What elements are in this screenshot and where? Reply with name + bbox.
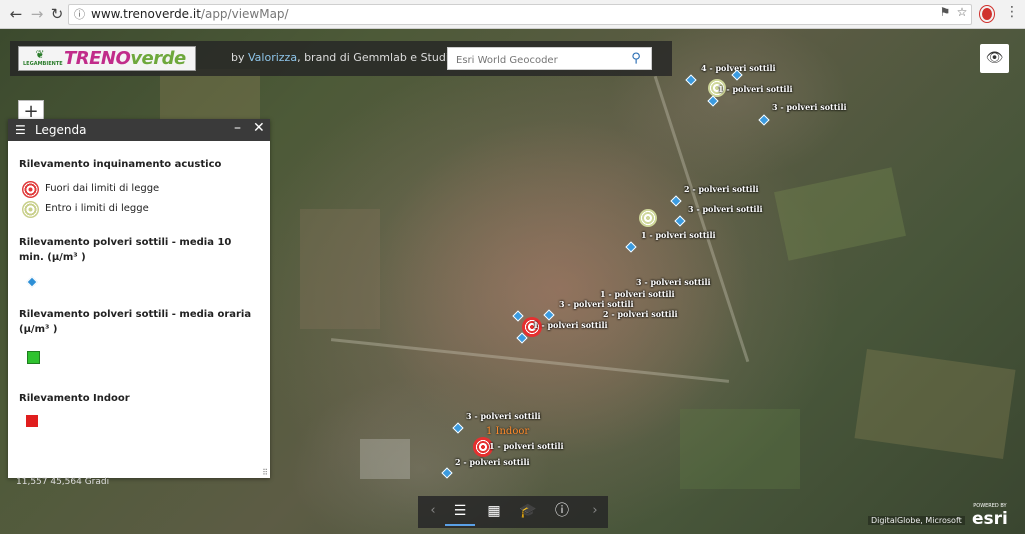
- info-icon: ⓘ: [555, 503, 569, 519]
- toolbar-next-button[interactable]: ›: [580, 496, 610, 526]
- geocoder-input[interactable]: [448, 50, 618, 71]
- logo-title-treno: TRENO: [64, 48, 131, 69]
- byline-prefix: by: [231, 51, 248, 64]
- pm-label: 1 - polveri sottili: [533, 320, 608, 330]
- search-button[interactable]: ⚲: [621, 48, 651, 69]
- pm-label: 3 - polveri sottili: [688, 204, 763, 214]
- resize-handle-icon[interactable]: ⠿: [262, 468, 268, 477]
- legambiente-leaf-icon: ❦: [35, 48, 45, 61]
- reload-button[interactable]: ↻: [47, 4, 67, 24]
- road: [653, 75, 750, 363]
- info-icon: ⓘ: [74, 8, 85, 21]
- pm-label: 1 - polveri sottili: [718, 84, 793, 94]
- map-field: [854, 348, 1016, 460]
- address-bar[interactable]: ⓘ www.trenoverde.it/app/viewMap/: [68, 4, 972, 25]
- logo-title-verde: verde: [130, 48, 186, 69]
- acoustic-within-marker[interactable]: [639, 209, 657, 227]
- list-icon: ☰: [453, 503, 467, 519]
- map-field: [680, 409, 800, 489]
- legend-toggle-button[interactable]: ☰: [445, 496, 475, 526]
- grid-icon: ▦: [487, 503, 501, 519]
- forward-button[interactable]: →: [27, 4, 47, 24]
- valorizza-link[interactable]: Valorizza: [248, 51, 297, 64]
- target-red-icon: [22, 181, 39, 198]
- pm-label: 1 - polveri sottili: [489, 441, 564, 451]
- pm-label: 3 - polveri sottili: [772, 102, 847, 112]
- legambiente-logo: ❦ LEGAMBIENTE: [23, 48, 63, 68]
- legend-item-label: Entro i limiti di legge: [45, 203, 149, 214]
- legend-title: Legenda: [35, 123, 87, 137]
- legend-item-label: Fuori dai limiti di legge: [45, 183, 160, 194]
- map-field: [774, 167, 906, 261]
- esri-name: esri: [972, 509, 1008, 529]
- pm-label: 2 - polveri sottili: [603, 309, 678, 319]
- indoor-label: 1 Indoor: [486, 426, 530, 437]
- url-path: /app/viewMap/: [200, 7, 289, 21]
- search-icon: ⚲: [631, 51, 641, 66]
- visibility-button[interactable]: 👁: [980, 44, 1009, 73]
- logo-title: TRENOverde: [64, 48, 186, 69]
- pm-label: 2 - polveri sottili: [684, 184, 759, 194]
- chevron-right-icon: ›: [592, 503, 598, 518]
- map-building: [360, 439, 410, 479]
- pm-label: 3 - polveri sottili: [559, 299, 634, 309]
- back-button[interactable]: ←: [6, 4, 26, 24]
- trenoverde-logo: ❦ LEGAMBIENTE TRENOverde: [18, 46, 196, 71]
- chevron-left-icon: ‹: [430, 503, 436, 518]
- legend-header: ☰ Legenda – ✕: [8, 119, 270, 141]
- pm-label: 2 - polveri sottili: [455, 457, 530, 467]
- pm-label: 1 - polveri sottili: [600, 289, 675, 299]
- about-button[interactable]: ⓘ: [547, 496, 577, 526]
- graduation-cap-icon: 🎓: [519, 503, 537, 519]
- legend-panel: ☰ Legenda – ✕ Rilevamento inquinamento a…: [8, 119, 270, 478]
- reload-icon: ↻: [50, 5, 64, 23]
- browser-toolbar: ← → ↻ ⓘ www.trenoverde.it/app/viewMap/ ⚑…: [0, 0, 1025, 29]
- legend-body: Rilevamento inquinamento acustico Fuori …: [8, 141, 270, 478]
- legend-section-title: Rilevamento Indoor: [19, 393, 130, 404]
- legend-section-title: Rilevamento polveri sottili - media 10 m…: [19, 237, 232, 263]
- arrow-right-icon: →: [30, 5, 44, 23]
- measure-button[interactable]: 🎓: [513, 496, 543, 526]
- bottom-toolbar: ‹ ☰ ▦ 🎓 ⓘ ›: [418, 496, 608, 528]
- arrow-left-icon: ←: [9, 5, 23, 23]
- minimize-button[interactable]: –: [234, 120, 241, 136]
- red-square-icon: [26, 415, 38, 427]
- extension-icon[interactable]: [980, 6, 994, 22]
- railway: [330, 338, 730, 383]
- pm-label: 1 - polveri sottili: [641, 230, 716, 240]
- byline: by Valorizza, brand di Gemmlab e StudioS…: [231, 51, 480, 64]
- eye-icon: 👁: [985, 50, 1004, 66]
- legambiente-text: LEGAMBIENTE: [23, 61, 63, 67]
- coordinates-readout: 11,557 45,564 Gradi: [16, 477, 110, 487]
- basemap-button[interactable]: ▦: [479, 496, 509, 526]
- url-host: www.trenoverde.it: [91, 7, 201, 21]
- esri-logo: POWERED BY esri: [972, 503, 1008, 528]
- blue-diamond-icon: [26, 276, 38, 288]
- bookmark-star-icon[interactable]: ☆: [954, 4, 970, 20]
- list-icon: ☰: [15, 123, 26, 137]
- map-field: [300, 209, 380, 329]
- app-header: ❦ LEGAMBIENTE TRENOverde by Valorizza, br…: [10, 41, 672, 76]
- target-green-icon: [22, 201, 39, 218]
- geocoder: ⚲: [447, 47, 652, 71]
- toolbar-prev-button[interactable]: ‹: [418, 496, 448, 526]
- browser-menu-icon[interactable]: ⋮: [1005, 4, 1019, 20]
- pm-label: 3 - polveri sottili: [466, 411, 541, 421]
- legend-section-title: Rilevamento polveri sottili - media orar…: [19, 309, 252, 335]
- legend-section-title: Rilevamento inquinamento acustico: [19, 159, 222, 170]
- map-attribution: DigitalGlobe, Microsoft: [868, 516, 965, 525]
- pm-label: 3 - polveri sottili: [636, 277, 711, 287]
- close-button[interactable]: ✕: [253, 120, 265, 136]
- translate-icon[interactable]: ⚑: [937, 4, 953, 20]
- green-square-icon: [27, 351, 40, 364]
